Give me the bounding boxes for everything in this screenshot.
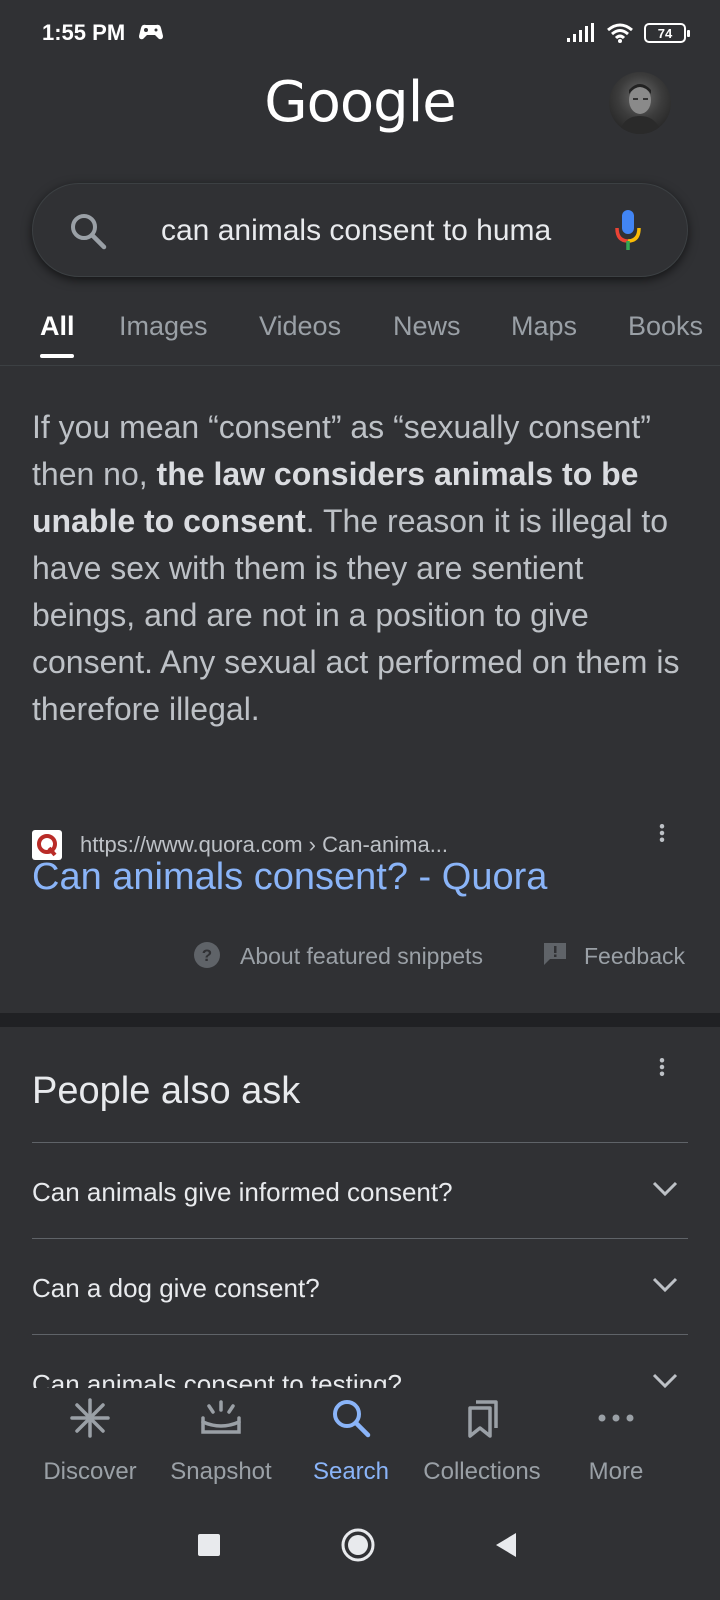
svg-text:?: ? <box>202 946 212 965</box>
nav-snapshot-label: Snapshot <box>170 1458 272 1485</box>
nav-search[interactable]: Search <box>281 1388 421 1494</box>
search-input[interactable] <box>159 210 603 252</box>
microphone-icon[interactable] <box>613 208 643 254</box>
back-icon[interactable] <box>494 1532 518 1558</box>
avatar-photo-icon <box>619 84 661 134</box>
search-icon <box>333 1400 371 1438</box>
nav-collections[interactable]: Collections <box>412 1388 552 1494</box>
paa-question[interactable]: Can animals give informed consent? <box>32 1142 688 1238</box>
tab-books[interactable]: Books <box>628 311 703 342</box>
tab-videos[interactable]: Videos <box>259 311 341 342</box>
about-featured-snippets-link[interactable]: About featured snippets <box>240 943 483 970</box>
paa-question-text: Can a dog give consent? <box>32 1273 320 1303</box>
tab-all[interactable]: All <box>40 311 75 342</box>
recent-apps-icon[interactable] <box>197 1533 221 1557</box>
avatar[interactable] <box>609 72 671 134</box>
feedback-link[interactable]: Feedback <box>584 943 685 970</box>
feedback-icon[interactable] <box>542 941 568 967</box>
tab-news[interactable]: News <box>393 311 461 342</box>
nav-snapshot[interactable]: Snapshot <box>151 1388 291 1494</box>
status-bar: 1:55 PM 74 <box>0 0 720 70</box>
gamepad-icon <box>139 24 163 40</box>
chevron-down-icon <box>652 1181 678 1197</box>
people-also-ask-title: People also ask <box>32 1070 301 1112</box>
section-divider <box>0 1013 720 1027</box>
more-options-icon[interactable] <box>659 820 665 846</box>
tab-maps[interactable]: Maps <box>511 311 577 342</box>
result-title-link[interactable]: Can animals consent? - Quora <box>32 856 547 899</box>
battery-icon: 74 <box>644 23 690 43</box>
tab-images[interactable]: Images <box>119 311 208 342</box>
featured-snippet-text: If you mean “consent” as “sexually conse… <box>32 404 692 733</box>
chevron-down-icon <box>652 1277 678 1293</box>
system-navigation-bar <box>0 1494 720 1600</box>
source-url[interactable]: https://www.quora.com › Can-anima... <box>80 832 448 858</box>
nav-discover-label: Discover <box>43 1458 137 1485</box>
nav-collections-label: Collections <box>423 1458 541 1485</box>
paa-question[interactable]: Can a dog give consent? <box>32 1238 688 1334</box>
more-icon <box>598 1414 634 1422</box>
nav-search-label: Search <box>312 1458 390 1485</box>
nav-more-label: More <box>588 1458 644 1485</box>
nav-more[interactable]: More <box>546 1388 686 1494</box>
home-icon[interactable] <box>340 1527 376 1563</box>
wifi-icon <box>607 23 633 43</box>
nav-discover[interactable]: Discover <box>20 1388 160 1494</box>
active-tab-indicator <box>40 354 74 358</box>
signal-icon <box>567 23 594 42</box>
discover-icon <box>70 1398 110 1438</box>
paa-more-options-icon[interactable] <box>659 1054 665 1080</box>
snippet-feedback-row: ? About featured snippets Feedback <box>0 935 720 975</box>
bottom-navigation: Discover Snapshot Search Collections Mor… <box>0 1388 720 1494</box>
search-icon[interactable] <box>69 212 107 250</box>
chevron-down-icon <box>652 1373 678 1389</box>
search-box[interactable] <box>32 183 688 277</box>
battery-level: 74 <box>657 25 673 41</box>
snapshot-icon <box>201 1400 241 1434</box>
paa-question-text: Can animals give informed consent? <box>32 1177 453 1207</box>
collections-icon <box>468 1400 498 1438</box>
search-tabs: All Images Videos News Maps Books <box>0 305 720 366</box>
status-time: 1:55 PM <box>42 20 126 45</box>
help-icon[interactable]: ? <box>193 941 221 969</box>
people-also-ask-list: Can animals give informed consent? Can a… <box>32 1142 688 1430</box>
